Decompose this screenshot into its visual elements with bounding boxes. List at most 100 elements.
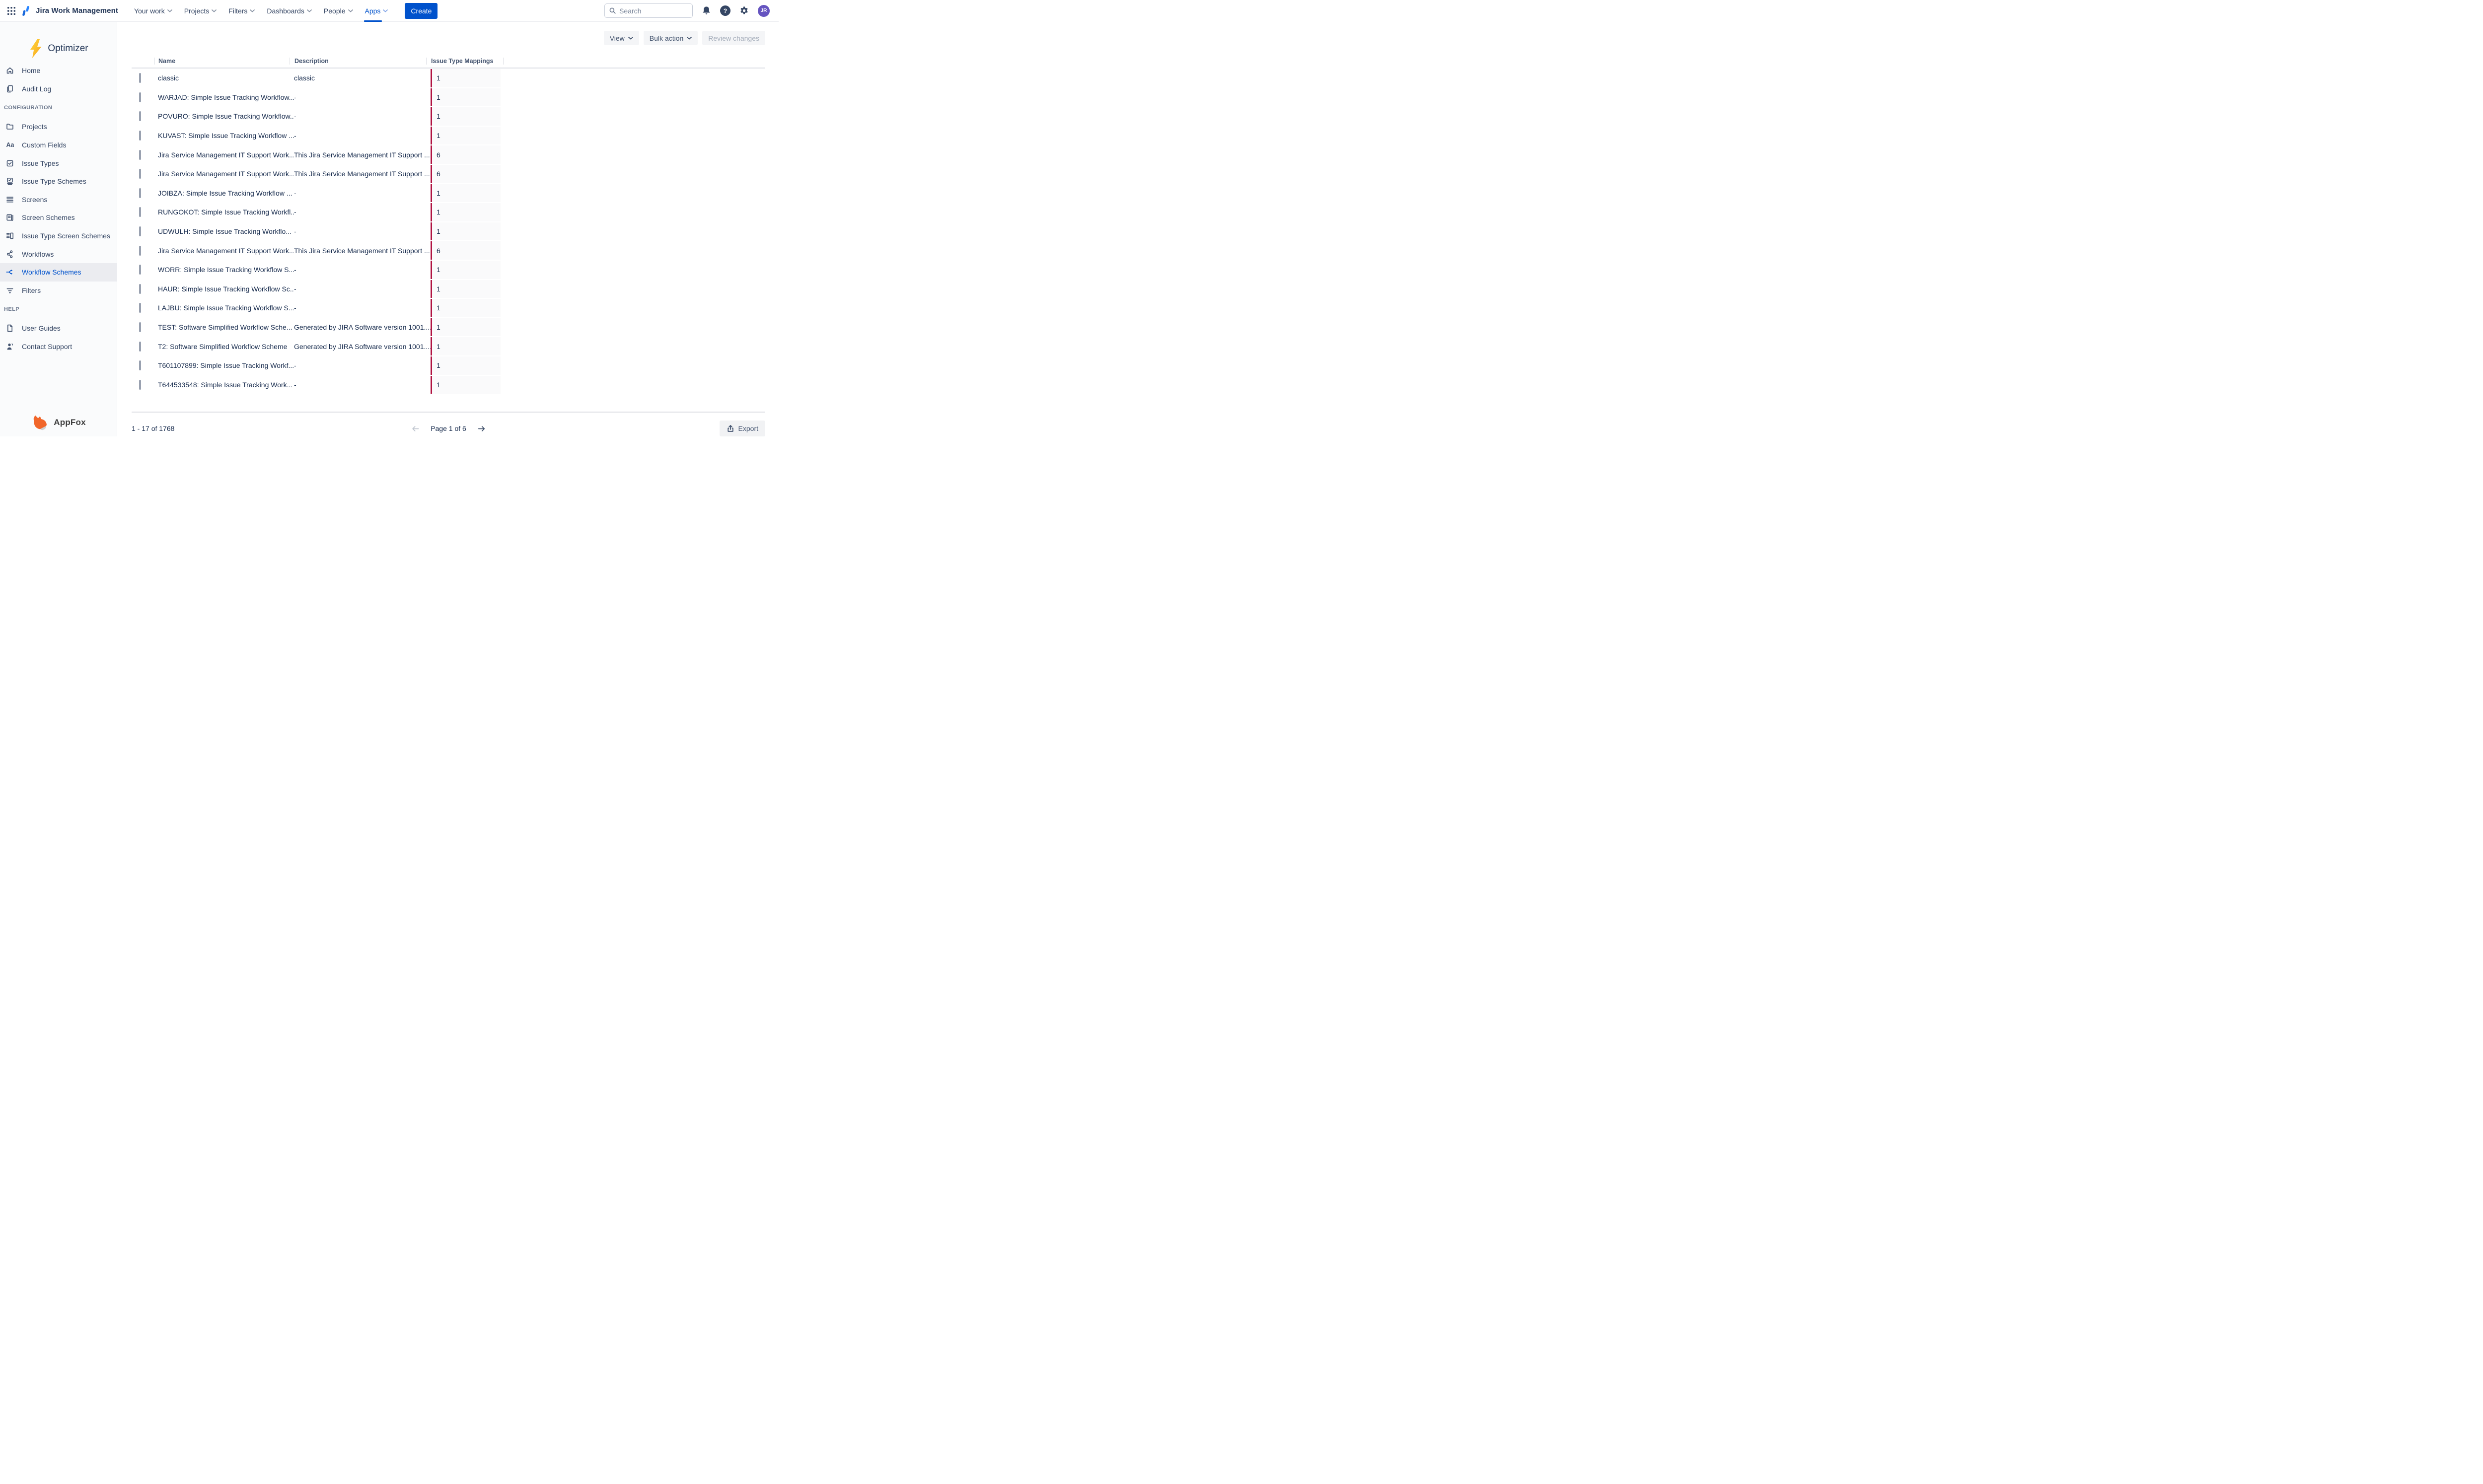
sidebar-item-label: Home bbox=[22, 67, 40, 74]
row-checkbox[interactable] bbox=[139, 226, 141, 236]
notifications-button[interactable] bbox=[702, 6, 711, 15]
help-button[interactable]: ? bbox=[720, 5, 730, 16]
table-row[interactable]: Jira Service Management IT Support Work.… bbox=[132, 145, 765, 164]
table-row[interactable]: T644533548: Simple Issue Tracking Work..… bbox=[132, 375, 765, 395]
sidebar-section-help: HELP bbox=[0, 299, 117, 319]
table-row[interactable]: HAUR: Simple Issue Tracking Workflow Sc.… bbox=[132, 280, 765, 299]
row-range-label: 1 - 17 of 1768 bbox=[132, 424, 174, 432]
nav-item-people[interactable]: People bbox=[318, 0, 359, 22]
table-row[interactable]: T601107899: Simple Issue Tracking Workf.… bbox=[132, 356, 765, 375]
sidebar-item-workflows[interactable]: Workflows bbox=[0, 245, 117, 263]
row-checkbox[interactable] bbox=[139, 303, 141, 313]
sidebar-item-issue-types[interactable]: Issue Types bbox=[0, 154, 117, 172]
issue-type-mappings-cell: 1 bbox=[431, 184, 501, 203]
search-input[interactable] bbox=[619, 7, 688, 15]
table-row[interactable]: POVURO: Simple Issue Tracking Workflow..… bbox=[132, 107, 765, 126]
nav-item-dashboards[interactable]: Dashboards bbox=[261, 0, 318, 22]
export-button[interactable]: Export bbox=[720, 421, 765, 436]
user-avatar[interactable]: JR bbox=[758, 5, 770, 17]
scheme-description: - bbox=[294, 93, 431, 101]
row-checkbox[interactable] bbox=[139, 207, 141, 217]
table-row[interactable]: T2: Software Simplified Workflow SchemeG… bbox=[132, 337, 765, 356]
issue-type-screen-schemes-icon bbox=[6, 232, 14, 240]
row-checkbox[interactable] bbox=[139, 322, 141, 332]
table-footer: 1 - 17 of 1768 Page 1 of 6 bbox=[132, 421, 765, 436]
sidebar-item-custom-fields[interactable]: AaCustom Fields bbox=[0, 136, 117, 154]
sidebar-item-home[interactable]: Home bbox=[0, 62, 117, 80]
nav-item-your-work[interactable]: Your work bbox=[128, 0, 178, 22]
review-changes-label: Review changes bbox=[708, 34, 759, 42]
table-row[interactable]: RUNGOKOT: Simple Issue Tracking Workfl..… bbox=[132, 203, 765, 222]
optimizer-sidebar: Optimizer HomeAudit LogCONFIGURATIONProj… bbox=[0, 22, 117, 436]
chevron-down-icon bbox=[628, 37, 633, 40]
sidebar-item-workflow-schemes[interactable]: Workflow Schemes bbox=[0, 263, 117, 282]
table-row[interactable]: WARJAD: Simple Issue Tracking Workflow..… bbox=[132, 88, 765, 107]
table-row[interactable]: TEST: Software Simplified Workflow Sche.… bbox=[132, 318, 765, 337]
table-row[interactable]: KUVAST: Simple Issue Tracking Workflow .… bbox=[132, 126, 765, 145]
footer-divider bbox=[132, 412, 765, 413]
arrow-left-icon bbox=[411, 424, 420, 433]
sidebar-item-issue-type-schemes[interactable]: Issue Type Schemes bbox=[0, 172, 117, 191]
sidebar-item-screen-schemes[interactable]: Screen Schemes bbox=[0, 209, 117, 227]
issue-type-mappings-cell: 1 bbox=[431, 337, 501, 355]
table-row[interactable]: UDWULH: Simple Issue Tracking Workflo...… bbox=[132, 222, 765, 241]
sidebar-item-contact-support[interactable]: Contact Support bbox=[0, 338, 117, 356]
row-checkbox[interactable] bbox=[139, 284, 141, 294]
settings-button[interactable] bbox=[739, 6, 749, 15]
nav-item-label: Filters bbox=[228, 7, 247, 15]
jira-logo[interactable]: Jira Work Management bbox=[22, 5, 118, 16]
row-checkbox[interactable] bbox=[139, 73, 141, 83]
nav-item-filters[interactable]: Filters bbox=[222, 0, 261, 22]
table-row[interactable]: JOIBZA: Simple Issue Tracking Workflow .… bbox=[132, 184, 765, 203]
table-row[interactable]: classicclassic1 bbox=[132, 69, 765, 88]
create-button[interactable]: Create bbox=[405, 3, 438, 19]
row-checkbox[interactable] bbox=[139, 342, 141, 352]
bulk-action-dropdown[interactable]: Bulk action bbox=[644, 31, 698, 45]
scheme-name: T2: Software Simplified Workflow Scheme bbox=[158, 343, 294, 351]
issue-types-icon bbox=[6, 159, 14, 167]
row-checkbox[interactable] bbox=[139, 111, 141, 121]
app-title: Optimizer bbox=[48, 43, 88, 54]
view-dropdown[interactable]: View bbox=[604, 31, 639, 45]
workflow-schemes-icon bbox=[6, 268, 14, 276]
review-changes-button[interactable]: Review changes bbox=[702, 31, 765, 45]
prev-page-button[interactable] bbox=[411, 424, 420, 433]
scheme-name: Jira Service Management IT Support Work.… bbox=[158, 151, 294, 159]
row-checkbox[interactable] bbox=[139, 92, 141, 102]
search-box[interactable] bbox=[604, 3, 693, 18]
row-checkbox[interactable] bbox=[139, 265, 141, 275]
issue-type-mappings-cell: 6 bbox=[431, 165, 501, 183]
row-checkbox[interactable] bbox=[139, 246, 141, 256]
contact-support-icon bbox=[6, 343, 14, 351]
table-row[interactable]: LAJBU: Simple Issue Tracking Workflow S.… bbox=[132, 298, 765, 318]
row-checkbox[interactable] bbox=[139, 169, 141, 179]
row-checkbox[interactable] bbox=[139, 188, 141, 198]
scheme-description: Generated by JIRA Software version 1001.… bbox=[294, 343, 431, 351]
issue-type-mappings-cell: 6 bbox=[431, 241, 501, 260]
appfox-fox-icon bbox=[31, 415, 50, 430]
view-dropdown-label: View bbox=[610, 34, 625, 42]
sidebar-item-user-guides[interactable]: User Guides bbox=[0, 319, 117, 338]
scheme-name: T644533548: Simple Issue Tracking Work..… bbox=[158, 381, 294, 389]
appfox-logo: AppFox bbox=[0, 415, 117, 430]
sidebar-item-audit-log[interactable]: Audit Log bbox=[0, 80, 117, 98]
sidebar-item-issue-type-screen-schemes[interactable]: Issue Type Screen Schemes bbox=[0, 227, 117, 245]
next-page-button[interactable] bbox=[477, 424, 486, 433]
sidebar-item-filters[interactable]: Filters bbox=[0, 282, 117, 300]
row-checkbox[interactable] bbox=[139, 131, 141, 141]
sidebar-item-label: Projects bbox=[22, 123, 47, 131]
nav-item-label: Dashboards bbox=[267, 7, 304, 15]
row-checkbox[interactable] bbox=[139, 380, 141, 390]
table-row[interactable]: Jira Service Management IT Support Work.… bbox=[132, 164, 765, 184]
row-checkbox[interactable] bbox=[139, 360, 141, 370]
sidebar-item-projects[interactable]: Projects bbox=[0, 118, 117, 136]
sidebar-item-screens[interactable]: Screens bbox=[0, 191, 117, 209]
export-icon bbox=[727, 424, 734, 432]
table-row[interactable]: WORR: Simple Issue Tracking Workflow S..… bbox=[132, 260, 765, 280]
app-switcher-button[interactable] bbox=[5, 4, 18, 17]
scheme-name: T601107899: Simple Issue Tracking Workf.… bbox=[158, 361, 294, 369]
nav-item-projects[interactable]: Projects bbox=[178, 0, 223, 22]
table-row[interactable]: Jira Service Management IT Support Work.… bbox=[132, 241, 765, 260]
row-checkbox[interactable] bbox=[139, 150, 141, 160]
nav-item-apps[interactable]: Apps bbox=[359, 0, 394, 22]
